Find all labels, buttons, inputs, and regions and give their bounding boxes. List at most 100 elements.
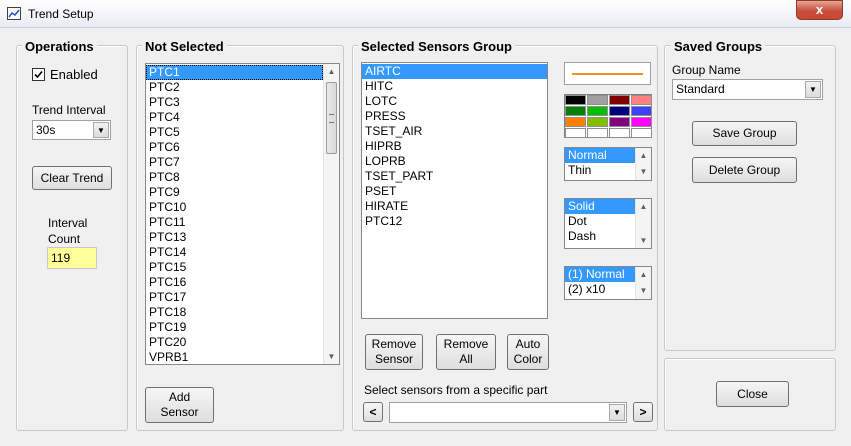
scale-scrollbar[interactable]: ▲ ▼	[635, 267, 651, 299]
list-item[interactable]: TSET_PART	[362, 169, 547, 184]
list-item[interactable]: PTC7	[146, 155, 339, 170]
palette-color-swatch[interactable]	[587, 95, 608, 105]
scroll-down-icon[interactable]: ▼	[636, 233, 651, 248]
scroll-down-icon[interactable]: ▼	[636, 164, 651, 180]
scroll-down-icon[interactable]: ▼	[636, 283, 651, 299]
add-sensor-label-1: Add	[168, 390, 191, 404]
palette-color-swatch[interactable]	[565, 128, 586, 138]
auto-color-button[interactable]: Auto Color	[507, 334, 549, 370]
not-selected-scrollbar[interactable]: ▲ ▼	[323, 64, 339, 364]
palette-color-swatch[interactable]	[565, 106, 586, 116]
grip-icon	[329, 114, 334, 123]
line-color-swatch	[572, 73, 643, 75]
list-item[interactable]: PTC17	[146, 290, 339, 305]
list-item[interactable]: PTC19	[146, 320, 339, 335]
palette-color-swatch[interactable]	[631, 106, 652, 116]
list-item[interactable]: PTC16	[146, 275, 339, 290]
list-item[interactable]: TSET_AIR	[362, 124, 547, 139]
palette-color-swatch[interactable]	[609, 128, 630, 138]
palette-color-swatch[interactable]	[609, 117, 630, 127]
palette-color-swatch[interactable]	[631, 128, 652, 138]
list-item[interactable]: PTC4	[146, 110, 339, 125]
part-select[interactable]: ▼	[389, 402, 627, 423]
trend-interval-select[interactable]: 30s ▼	[32, 120, 111, 140]
scroll-down-icon[interactable]: ▼	[324, 349, 339, 364]
add-sensor-button[interactable]: Add Sensor	[145, 387, 214, 423]
palette-color-swatch[interactable]	[587, 106, 608, 116]
list-item[interactable]: PTC9	[146, 185, 339, 200]
list-item[interactable]: PTC20	[146, 335, 339, 350]
not-selected-items: PTC1 PTC2 PTC3 PTC4 PTC5 PTC6 PTC7 PTC8 PTC9 PTC1…	[146, 64, 339, 364]
palette-color-swatch[interactable]	[631, 117, 652, 127]
palette-color-swatch[interactable]	[609, 95, 630, 105]
list-item[interactable]: PTC2	[146, 80, 339, 95]
list-item[interactable]: HIRATE	[362, 199, 547, 214]
list-item[interactable]: LOPRB	[362, 154, 547, 169]
clear-trend-button[interactable]: Clear Trend	[32, 166, 112, 190]
list-item[interactable]: PTC18	[146, 305, 339, 320]
not-selected-list[interactable]: PTC1 PTC2 PTC3 PTC4 PTC5 PTC6 PTC7 PTC8 PTC9 PTC1…	[145, 63, 340, 365]
previous-part-button[interactable]: <	[363, 402, 383, 422]
scale-list[interactable]: (1) Normal (2) x10 ▲ ▼	[564, 266, 652, 300]
close-button[interactable]: Close	[716, 381, 789, 407]
palette-color-swatch[interactable]	[587, 117, 608, 127]
scroll-up-icon[interactable]: ▲	[636, 267, 651, 283]
list-item[interactable]: PTC10	[146, 200, 339, 215]
list-item[interactable]: PTC12	[362, 214, 547, 229]
list-item[interactable]: PTC5	[146, 125, 339, 140]
list-item[interactable]: LOTC	[362, 94, 547, 109]
chevron-down-icon[interactable]: ▼	[609, 404, 625, 421]
group-name-select[interactable]: Standard ▼	[672, 79, 823, 100]
scroll-up-icon[interactable]: ▲	[636, 148, 651, 164]
line-style-scrollbar[interactable]: ▲ ▼	[635, 199, 651, 248]
window-title: Trend Setup	[28, 7, 94, 21]
scroll-thumb[interactable]	[326, 82, 337, 154]
trend-interval-label: Trend Interval	[32, 103, 106, 117]
chevron-down-icon[interactable]: ▼	[93, 122, 109, 138]
list-item[interactable]: PSET	[362, 184, 547, 199]
operations-legend: Operations	[22, 39, 97, 54]
list-item[interactable]: PRESS	[362, 109, 547, 124]
scroll-up-icon[interactable]: ▲	[636, 199, 651, 214]
list-item[interactable]: PTC13	[146, 230, 339, 245]
list-item[interactable]: PTC6	[146, 140, 339, 155]
line-width-list[interactable]: Normal Thin ▲ ▼	[564, 147, 652, 181]
remove-sensor-button[interactable]: Remove Sensor	[365, 334, 423, 370]
save-group-button[interactable]: Save Group	[692, 121, 797, 146]
list-item[interactable]: AIRTC	[362, 64, 547, 79]
remove-sensor-label-1: Remove	[371, 337, 417, 351]
list-item[interactable]: PTC3	[146, 95, 339, 110]
palette-color-swatch[interactable]	[587, 128, 608, 138]
interval-count-label-line2: Count	[48, 232, 81, 246]
enabled-label: Enabled	[50, 67, 98, 82]
interval-count-label: Interval Count	[48, 215, 87, 247]
list-item[interactable]: HITC	[362, 79, 547, 94]
line-width-scrollbar[interactable]: ▲ ▼	[635, 148, 651, 180]
line-style-list[interactable]: Solid Dot Dash ▲ ▼	[564, 198, 652, 249]
window-close-button[interactable]: x	[796, 0, 843, 20]
chevron-down-icon[interactable]: ▼	[805, 81, 821, 98]
palette-color-swatch[interactable]	[631, 95, 652, 105]
palette-color-swatch[interactable]	[565, 117, 586, 127]
auto-color-label-2: Color	[513, 352, 543, 366]
title-bar	[0, 0, 851, 28]
list-item[interactable]: PTC8	[146, 170, 339, 185]
list-item[interactable]: VPRB1	[146, 350, 339, 364]
list-item[interactable]: PTC1	[146, 65, 323, 80]
interval-count-label-line1: Interval	[48, 216, 88, 230]
auto-color-label-1: Auto	[515, 337, 541, 351]
selected-sensors-list[interactable]: AIRTC HITC LOTC PRESS TSET_AIR HIPRB LOPRB TSET…	[361, 62, 548, 319]
palette-color-swatch[interactable]	[609, 106, 630, 116]
list-item[interactable]: PTC11	[146, 215, 339, 230]
list-item[interactable]: HIPRB	[362, 139, 547, 154]
remove-all-button[interactable]: Remove All	[436, 334, 496, 370]
delete-group-button[interactable]: Delete Group	[692, 157, 797, 183]
not-selected-legend: Not Selected	[142, 39, 227, 54]
scroll-up-icon[interactable]: ▲	[324, 64, 339, 79]
list-item[interactable]: PTC14	[146, 245, 339, 260]
remove-all-label-2: All	[459, 352, 473, 366]
enabled-checkbox[interactable]	[32, 68, 45, 81]
palette-color-swatch[interactable]	[565, 95, 586, 105]
next-part-button[interactable]: >	[633, 402, 653, 422]
list-item[interactable]: PTC15	[146, 260, 339, 275]
